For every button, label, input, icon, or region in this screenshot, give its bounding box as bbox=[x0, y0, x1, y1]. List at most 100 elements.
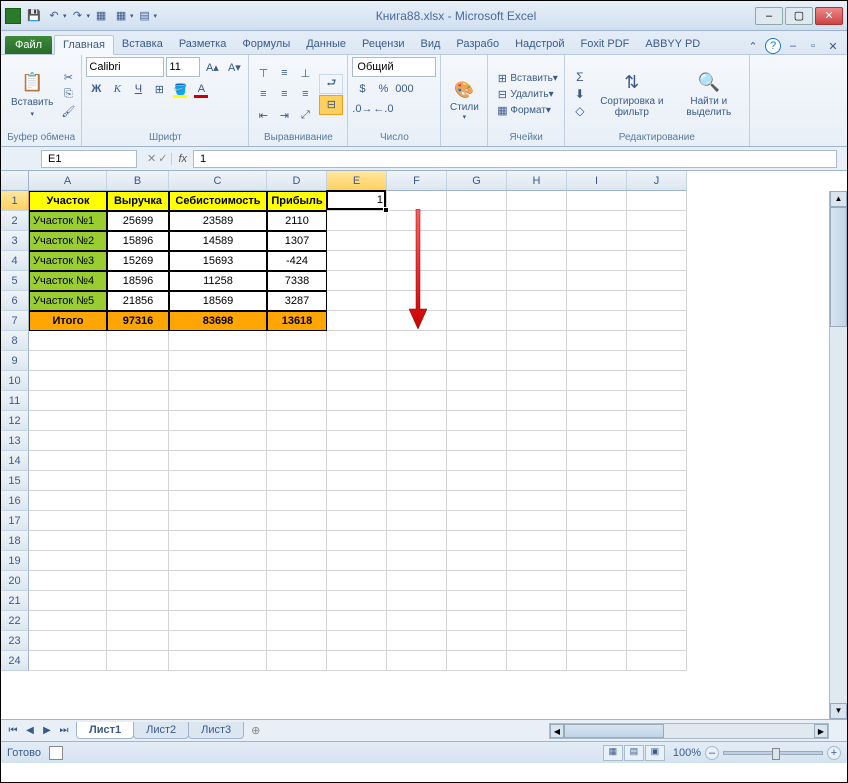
cell[interactable] bbox=[107, 631, 169, 651]
align-center-icon[interactable]: ≡ bbox=[274, 84, 294, 104]
cell[interactable] bbox=[507, 291, 567, 311]
cell[interactable] bbox=[447, 291, 507, 311]
cell[interactable] bbox=[29, 411, 107, 431]
cell[interactable] bbox=[567, 371, 627, 391]
row-header[interactable]: 19 bbox=[1, 551, 29, 571]
cell[interactable] bbox=[327, 231, 387, 251]
cell[interactable] bbox=[267, 331, 327, 351]
window-restore-icon[interactable]: ▫ bbox=[805, 38, 821, 54]
cell[interactable] bbox=[107, 451, 169, 471]
cell[interactable] bbox=[169, 351, 267, 371]
sheet-tab[interactable]: Лист2 bbox=[133, 722, 189, 739]
row-header[interactable]: 21 bbox=[1, 591, 29, 611]
cell[interactable] bbox=[387, 391, 447, 411]
shrink-font-icon[interactable]: A▾ bbox=[224, 57, 244, 77]
cell[interactable] bbox=[507, 271, 567, 291]
sheet-tab[interactable]: Лист1 bbox=[76, 722, 134, 739]
autosum-icon[interactable]: Σ bbox=[571, 69, 589, 85]
window-min-icon[interactable]: – bbox=[785, 38, 801, 54]
increase-indent-icon[interactable]: ⇥ bbox=[274, 105, 294, 125]
page-layout-view-icon[interactable]: ▤ bbox=[624, 745, 644, 761]
cell[interactable] bbox=[627, 211, 687, 231]
ribbon-tab-5[interactable]: Рецензи bbox=[354, 35, 413, 54]
cell[interactable] bbox=[327, 291, 387, 311]
cell[interactable] bbox=[169, 631, 267, 651]
row-header[interactable]: 17 bbox=[1, 511, 29, 531]
cell[interactable] bbox=[267, 611, 327, 631]
row-header[interactable]: 11 bbox=[1, 391, 29, 411]
cell[interactable]: 18569 bbox=[169, 291, 267, 311]
cell[interactable]: 3287 bbox=[267, 291, 327, 311]
row-header[interactable]: 8 bbox=[1, 331, 29, 351]
cell[interactable] bbox=[627, 651, 687, 671]
cell[interactable]: 11258 bbox=[169, 271, 267, 291]
styles-button[interactable]: 🎨 Стили ▾ bbox=[445, 76, 483, 123]
cell[interactable] bbox=[29, 471, 107, 491]
cell[interactable]: Участок №2 bbox=[29, 231, 107, 251]
font-name-combo[interactable] bbox=[86, 57, 164, 77]
column-header[interactable]: A bbox=[29, 171, 107, 191]
cell[interactable] bbox=[507, 591, 567, 611]
cell[interactable] bbox=[267, 391, 327, 411]
font-size-combo[interactable] bbox=[166, 57, 200, 77]
column-header[interactable]: G bbox=[447, 171, 507, 191]
cell[interactable] bbox=[29, 551, 107, 571]
fill-handle[interactable] bbox=[383, 207, 389, 213]
cell[interactable] bbox=[567, 511, 627, 531]
ribbon-tab-1[interactable]: Вставка bbox=[114, 35, 171, 54]
cell[interactable] bbox=[627, 351, 687, 371]
macro-record-icon[interactable] bbox=[49, 746, 63, 760]
cut-icon[interactable]: ✂ bbox=[59, 69, 77, 85]
cell[interactable] bbox=[507, 211, 567, 231]
cell[interactable] bbox=[507, 231, 567, 251]
new-sheet-icon[interactable]: ⊕ bbox=[243, 722, 268, 739]
align-bottom-icon[interactable]: ⊥ bbox=[295, 63, 315, 83]
cell[interactable] bbox=[107, 411, 169, 431]
row-header[interactable]: 5 bbox=[1, 271, 29, 291]
cell[interactable] bbox=[169, 331, 267, 351]
sheet-nav-last-icon[interactable]: ⏭ bbox=[56, 725, 72, 736]
cell[interactable] bbox=[29, 431, 107, 451]
cell[interactable] bbox=[627, 411, 687, 431]
cell[interactable] bbox=[267, 551, 327, 571]
cell[interactable] bbox=[29, 531, 107, 551]
cell[interactable] bbox=[107, 651, 169, 671]
cell[interactable] bbox=[507, 631, 567, 651]
align-middle-icon[interactable]: ≡ bbox=[274, 63, 294, 83]
cell[interactable]: 23589 bbox=[169, 211, 267, 231]
cell[interactable]: 18596 bbox=[107, 271, 169, 291]
cell[interactable] bbox=[327, 491, 387, 511]
ribbon-tab-9[interactable]: Foxit PDF bbox=[573, 35, 638, 54]
cell[interactable]: Участок №4 bbox=[29, 271, 107, 291]
column-header[interactable]: H bbox=[507, 171, 567, 191]
cell[interactable] bbox=[29, 511, 107, 531]
delete-cells-button[interactable]: ⊟Удалить ▾ bbox=[492, 87, 559, 102]
cell[interactable] bbox=[447, 451, 507, 471]
cell[interactable] bbox=[327, 471, 387, 491]
cell[interactable] bbox=[567, 651, 627, 671]
italic-button[interactable]: К bbox=[107, 79, 127, 99]
cell[interactable] bbox=[267, 531, 327, 551]
underline-button[interactable]: Ч bbox=[128, 79, 148, 99]
cell[interactable] bbox=[627, 531, 687, 551]
cell[interactable] bbox=[627, 271, 687, 291]
cell[interactable] bbox=[387, 591, 447, 611]
grow-font-icon[interactable]: A▴ bbox=[202, 57, 222, 77]
cell[interactable] bbox=[627, 311, 687, 331]
cell[interactable] bbox=[507, 491, 567, 511]
cell[interactable] bbox=[567, 211, 627, 231]
cell[interactable] bbox=[567, 411, 627, 431]
sheet-nav-next-icon[interactable]: ▶ bbox=[39, 725, 55, 736]
cell[interactable] bbox=[627, 251, 687, 271]
cell[interactable] bbox=[507, 611, 567, 631]
column-header[interactable]: I bbox=[567, 171, 627, 191]
row-header[interactable]: 22 bbox=[1, 611, 29, 631]
cell[interactable] bbox=[169, 651, 267, 671]
vertical-scrollbar[interactable]: ▲ ▼ bbox=[829, 191, 847, 719]
cell[interactable]: 21856 bbox=[107, 291, 169, 311]
cell[interactable] bbox=[507, 451, 567, 471]
save-icon[interactable]: 💾 bbox=[25, 7, 43, 25]
close-button[interactable]: ✕ bbox=[815, 7, 843, 25]
cell[interactable] bbox=[387, 551, 447, 571]
cell[interactable] bbox=[447, 571, 507, 591]
